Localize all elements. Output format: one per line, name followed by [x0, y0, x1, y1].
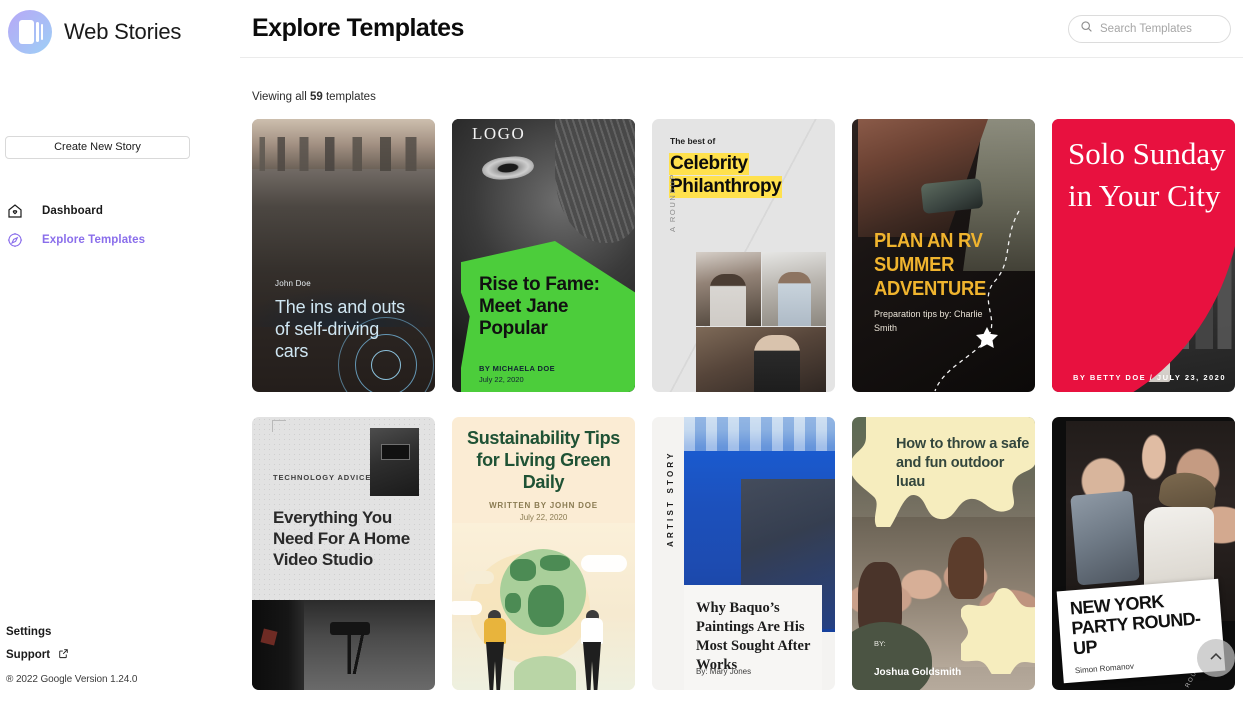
template-by-label: BY:	[874, 639, 886, 648]
template-title-line2: Philanthropy	[670, 176, 782, 197]
template-byline: John Doe	[275, 279, 311, 288]
template-byline: BY BETTY DOE / JULY 23, 2020	[1073, 373, 1227, 382]
support-label: Support	[6, 649, 51, 661]
results-number: 59	[309, 91, 323, 103]
template-eyebrow: TECHNOLOGY ADVICE	[273, 473, 372, 482]
template-card-celebrity-philanthropy[interactable]: The best of Celebrity Philanthropy A ROU…	[652, 119, 835, 392]
cloud-2	[452, 601, 482, 615]
template-byline: Simon Romanov	[1074, 661, 1135, 676]
person-photo-3	[696, 327, 826, 392]
template-title: The ins and outs of self-driving cars	[275, 297, 405, 361]
sidebar: Web Stories Create New Story Dashboard E…	[0, 0, 240, 701]
globe-illustration	[452, 523, 635, 690]
template-logo-text: LOGO	[472, 124, 526, 143]
support-link[interactable]: Support	[6, 648, 234, 662]
home-icon	[6, 202, 24, 220]
template-card-sustainability-tips[interactable]: Sustainability Tips for Living Green Dai…	[452, 417, 635, 690]
bush-shape	[514, 656, 576, 690]
sidebar-footer: Settings Support ® 2022 Google Version 1…	[6, 626, 234, 685]
sidebar-nav: Dashboard Explore Templates	[0, 196, 240, 254]
compass-icon	[6, 231, 24, 249]
page-header: Explore Templates	[240, 0, 1243, 58]
app-root: Web Stories Create New Story Dashboard E…	[0, 0, 1243, 701]
template-title-line1: Celebrity	[670, 153, 748, 174]
sidebar-item-dashboard[interactable]: Dashboard	[0, 196, 240, 225]
red-object	[260, 628, 278, 646]
studio-photo	[252, 600, 435, 690]
template-byline: Preparation tips by: Charlie Smith	[874, 309, 983, 333]
corner-marker	[272, 420, 286, 432]
cloud-3	[464, 571, 494, 584]
template-card-rise-to-fame[interactable]: LOGO Rise to Fame: Meet Jane Popular BY …	[452, 119, 635, 392]
search-input[interactable]	[1100, 22, 1220, 35]
template-date: July 22, 2020	[519, 513, 568, 522]
chevron-up-icon	[1206, 647, 1226, 670]
template-byline: WRITTEN BY JOHN DOE	[489, 501, 598, 510]
web-stories-logo-icon	[8, 10, 52, 54]
template-byline: By: Mary Jones	[696, 667, 752, 676]
template-card-artist-story-baquo[interactable]: ARTIST STORY Why Baquo’s Paintings Are H…	[652, 417, 835, 690]
create-new-story-button[interactable]: Create New Story	[5, 136, 190, 159]
scroll-to-top-button[interactable]	[1197, 639, 1235, 677]
chair-silhouette	[330, 622, 370, 674]
template-title: Why Baquo’s Paintings Are His Most Sough…	[696, 600, 811, 673]
search-icon	[1080, 20, 1093, 38]
sidebar-item-label: Dashboard	[42, 204, 103, 217]
template-byline: BY MICHAELA DOE	[479, 364, 556, 373]
template-byline: Joshua Goldsmith	[874, 667, 962, 678]
cream-blob-bottom-right	[961, 588, 1035, 674]
person-left	[484, 610, 506, 690]
template-date: July 22, 2020	[479, 375, 524, 384]
template-card-rv-summer-adventure[interactable]: PLAN AN RV SUMMER ADVENTURE Preparation …	[852, 119, 1035, 392]
template-title: Everything You Need For A Home Video Stu…	[273, 508, 410, 569]
template-title: PLAN AN RV SUMMER ADVENTURE	[874, 230, 987, 300]
external-link-icon	[58, 648, 69, 662]
sidebar-item-explore-templates[interactable]: Explore Templates	[0, 225, 240, 254]
skyline-decoration	[252, 137, 435, 171]
globe-shape	[500, 549, 586, 635]
camera-photo	[370, 428, 419, 496]
template-side-label: A ROUNDUP	[668, 173, 677, 232]
person-photo-2	[762, 252, 826, 326]
sidebar-item-label: Explore Templates	[42, 233, 146, 246]
template-title: How to throw a safe and fun outdoor luau	[896, 436, 1030, 490]
template-title: Rise to Fame: Meet Jane Popular	[479, 274, 600, 339]
template-card-self-driving-cars[interactable]: John Doe The ins and outs of self-drivin…	[252, 119, 435, 392]
person-right	[581, 610, 603, 690]
template-card-solo-sunday[interactable]: Solo Sunday in Your City BY BETTY DOE / …	[1052, 119, 1235, 392]
denim-jacket	[1070, 490, 1140, 586]
template-title: NEW YORK PARTY ROUND-UP	[1069, 591, 1202, 659]
template-side-label: ARTIST STORY	[666, 450, 675, 547]
copyright-text: ® 2022 Google Version 1.24.0	[6, 674, 138, 685]
results-suffix: templates	[322, 91, 376, 103]
brand[interactable]: Web Stories	[0, 0, 240, 54]
template-eyebrow: The best of	[670, 136, 716, 146]
results-prefix: Viewing all	[252, 91, 310, 103]
brand-name: Web Stories	[64, 19, 182, 44]
cloud-1	[581, 555, 627, 572]
results-count: Viewing all 59 templates	[240, 58, 1243, 103]
search-templates-field[interactable]	[1068, 14, 1231, 43]
person-photo-1	[696, 252, 761, 326]
templates-grid: John Doe The ins and outs of self-drivin…	[240, 103, 1243, 690]
template-card-outdoor-luau[interactable]: How to throw a safe and fun outdoor luau…	[852, 417, 1035, 690]
template-title: Sustainability Tips for Living Green Dai…	[466, 428, 620, 492]
settings-link[interactable]: Settings	[6, 626, 234, 638]
page-title: Explore Templates	[252, 14, 464, 42]
template-card-home-video-studio[interactable]: TECHNOLOGY ADVICE Everything You Need Fo…	[252, 417, 435, 690]
main-content: Explore Templates Viewing all 59 templat…	[240, 0, 1243, 701]
template-title: Solo Sunday in Your City	[1068, 136, 1226, 213]
